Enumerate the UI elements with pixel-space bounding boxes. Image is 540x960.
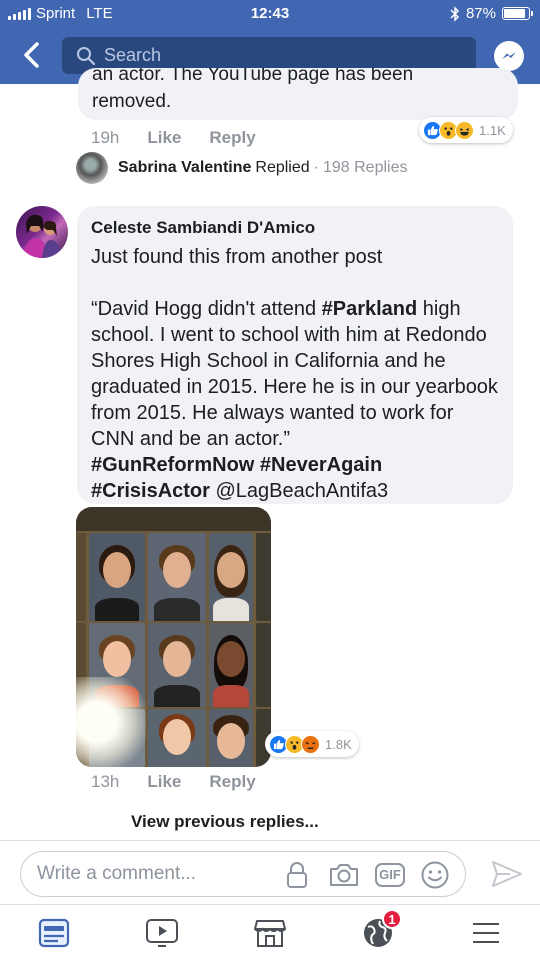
like-button[interactable]: Like: [147, 772, 181, 792]
marketplace-icon: [254, 920, 286, 947]
hashtag-link[interactable]: #CrisisActor: [91, 480, 210, 502]
comment-input-box[interactable]: GIF: [20, 851, 466, 897]
reply-button[interactable]: Reply: [209, 128, 255, 148]
gif-button[interactable]: GIF: [373, 860, 407, 890]
comment-input[interactable]: [37, 863, 287, 885]
previous-comment-bubble: an actor. The YouTube page has been remo…: [78, 68, 518, 120]
replier-name[interactable]: Sabrina Valentine: [118, 159, 251, 177]
haha-reaction-icon: [455, 120, 474, 140]
battery-icon: [502, 7, 533, 20]
messenger-button[interactable]: [494, 41, 524, 71]
lock-icon[interactable]: [283, 860, 311, 890]
hashtag-link[interactable]: #GunReformNow: [91, 454, 254, 476]
bottom-tab-bar: 1: [0, 904, 540, 960]
tab-marketplace[interactable]: [252, 915, 288, 951]
comment-hashtags: #CrisisActor @LagBeachAntifa3: [91, 478, 499, 504]
tab-news-feed[interactable]: [36, 915, 72, 951]
avatar[interactable]: [76, 152, 108, 184]
reaction-count: 1.1K: [479, 122, 506, 138]
reactions-summary[interactable]: 1.8K: [265, 731, 359, 757]
comment-author[interactable]: Celeste Sambiandi D'Amico: [91, 218, 499, 238]
bluetooth-icon: [450, 5, 460, 22]
gif-label: GIF: [379, 867, 401, 882]
back-button[interactable]: [18, 40, 48, 70]
search-icon: [77, 46, 96, 65]
notification-badge: 1: [382, 909, 402, 929]
comment-bubble: Celeste Sambiandi D'Amico Just found thi…: [77, 206, 513, 504]
emoji-icon[interactable]: [419, 860, 451, 890]
comment-text: Just found this from another post “David…: [91, 244, 499, 504]
comment-timestamp: 19h: [91, 128, 120, 147]
camera-icon[interactable]: [327, 860, 361, 890]
send-button[interactable]: [490, 859, 524, 889]
chevron-left-icon: [24, 42, 39, 68]
reply-thread-summary[interactable]: Sabrina Valentine Replied · 198 Replies: [76, 152, 407, 184]
quote-text: high school. I went to school with him a…: [91, 298, 498, 450]
view-previous-replies-link[interactable]: View previous replies...: [131, 812, 319, 832]
comment-line: Just found this from another post: [91, 246, 383, 268]
avatar[interactable]: [16, 206, 68, 258]
hamburger-menu-icon: [473, 923, 499, 943]
previous-comment-partial-line: an actor. The YouTube page has been: [92, 68, 414, 85]
news-feed-icon: [38, 918, 70, 948]
comment-quote: “David Hogg didn't attend #Parkland high…: [91, 296, 499, 452]
angry-reaction-icon: [301, 734, 320, 754]
tab-notifications[interactable]: 1: [360, 909, 402, 951]
hashtag-link[interactable]: #Parkland: [322, 298, 418, 320]
replied-label: Replied: [255, 159, 310, 176]
reply-count[interactable]: 198 Replies: [323, 159, 408, 177]
previous-comment-text: removed.: [92, 91, 172, 112]
battery-percent: 87%: [465, 5, 496, 22]
comment-timestamp: 13h: [91, 772, 120, 791]
separator-dot: ·: [313, 159, 319, 176]
reply-button[interactable]: Reply: [209, 772, 255, 792]
status-bar: Sprint LTE 12:43 87%: [0, 0, 540, 28]
hashtag-link[interactable]: #NeverAgain: [260, 454, 382, 476]
comment-hashtags: #GunReformNow #NeverAgain: [91, 452, 499, 478]
messenger-icon: [502, 52, 516, 59]
mention-link[interactable]: @LagBeachAntifa3: [216, 480, 389, 502]
tab-menu[interactable]: [468, 915, 504, 951]
comment-actions: 13h Like Reply: [91, 772, 256, 792]
reaction-count: 1.8K: [325, 736, 352, 752]
send-icon: [492, 861, 522, 887]
comment-composer: GIF: [0, 840, 540, 904]
video-icon: [146, 919, 178, 947]
quote-text: “David Hogg didn't attend: [91, 298, 322, 320]
previous-comment-actions: 19h Like Reply: [91, 128, 256, 148]
like-button[interactable]: Like: [147, 128, 181, 148]
search-input[interactable]: [104, 45, 444, 66]
reactions-summary[interactable]: 1.1K: [419, 117, 513, 143]
tab-video[interactable]: [144, 915, 180, 951]
comment-photo[interactable]: [76, 507, 271, 767]
